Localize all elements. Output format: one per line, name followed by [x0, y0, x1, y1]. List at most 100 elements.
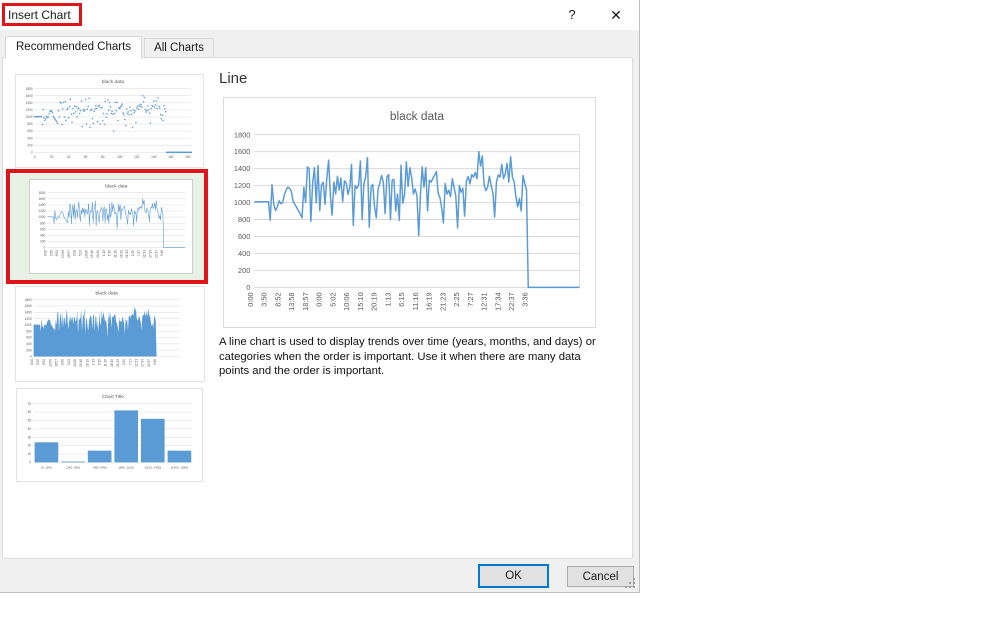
svg-text:1800: 1800: [234, 130, 251, 139]
svg-text:0:00: 0:00: [61, 359, 65, 365]
ok-button[interactable]: OK: [478, 564, 549, 588]
preview-heading: Line: [219, 70, 247, 87]
svg-text:22:37: 22:37: [147, 359, 151, 367]
svg-text:22:37: 22:37: [154, 250, 158, 258]
svg-text:40: 40: [28, 427, 32, 431]
svg-text:Chart Title: Chart Title: [102, 394, 125, 400]
thumbnail-histogram-chart[interactable]: Chart Title010203040506070[0, 280](280, …: [16, 388, 203, 482]
svg-text:(1400, 1680]: (1400, 1680]: [171, 465, 188, 469]
svg-text:180: 180: [185, 155, 191, 159]
svg-text:1800: 1800: [38, 191, 45, 195]
svg-text:17:34: 17:34: [141, 359, 145, 367]
svg-text:16:19: 16:19: [110, 359, 114, 367]
svg-text:140: 140: [151, 155, 157, 159]
svg-text:10:06: 10:06: [342, 292, 351, 311]
svg-text:2:25: 2:25: [131, 250, 135, 256]
svg-text:1000: 1000: [38, 215, 45, 219]
svg-text:black data: black data: [105, 183, 128, 189]
svg-text:1800: 1800: [26, 87, 33, 91]
svg-text:20:19: 20:19: [370, 292, 379, 311]
cancel-button[interactable]: Cancel: [567, 566, 634, 587]
svg-text:1200: 1200: [25, 317, 32, 321]
svg-text:7:27: 7:27: [128, 359, 132, 365]
svg-text:6:15: 6:15: [108, 250, 112, 256]
svg-text:0:00: 0:00: [315, 292, 324, 306]
svg-text:0: 0: [34, 155, 36, 159]
svg-text:0: 0: [30, 355, 32, 359]
resize-grip[interactable]: [625, 578, 636, 589]
thumbnail-area-chart[interactable]: black data020040060080010001200140016001…: [15, 286, 205, 382]
svg-text:0: 0: [246, 283, 250, 292]
svg-text:200: 200: [238, 266, 250, 275]
svg-text:21:23: 21:23: [125, 250, 129, 258]
tab-all-charts[interactable]: All Charts: [144, 38, 214, 58]
svg-text:1000: 1000: [26, 115, 33, 119]
svg-text:800: 800: [238, 215, 250, 224]
svg-text:400: 400: [40, 233, 46, 237]
svg-text:11:16: 11:16: [411, 292, 420, 310]
svg-text:0: 0: [31, 150, 33, 154]
svg-text:1200: 1200: [234, 181, 251, 190]
svg-text:13:58: 13:58: [48, 359, 52, 367]
svg-text:black data: black data: [95, 290, 118, 296]
svg-text:7:27: 7:27: [137, 250, 141, 256]
svg-text:5:02: 5:02: [67, 359, 71, 365]
svg-text:600: 600: [238, 232, 250, 241]
svg-text:(560, 840]: (560, 840]: [93, 465, 107, 469]
svg-text:0:00: 0:00: [73, 250, 77, 256]
svg-text:200: 200: [40, 240, 46, 244]
tab-recommended-charts[interactable]: Recommended Charts: [5, 36, 142, 59]
svg-text:20:19: 20:19: [96, 250, 100, 258]
svg-text:70: 70: [28, 402, 32, 406]
svg-text:1:13: 1:13: [102, 250, 106, 256]
tab-strip: Recommended Charts All Charts: [5, 36, 216, 58]
dialog-content: black data020040060080010001200140016001…: [2, 57, 633, 559]
help-button[interactable]: ?: [557, 0, 587, 30]
svg-text:(840, 1120]: (840, 1120]: [119, 465, 134, 469]
thumbnail-line-chart-selected[interactable]: black data020040060080010001200140016001…: [29, 179, 193, 274]
svg-text:1400: 1400: [38, 203, 45, 207]
svg-text:12:31: 12:31: [143, 250, 147, 258]
svg-text:16:19: 16:19: [119, 250, 123, 258]
svg-text:3:36: 3:36: [160, 250, 164, 256]
svg-text:600: 600: [27, 129, 33, 133]
svg-text:21:23: 21:23: [116, 359, 120, 367]
svg-text:1200: 1200: [38, 209, 45, 213]
svg-text:16:19: 16:19: [425, 292, 434, 311]
svg-text:10: 10: [28, 452, 32, 456]
svg-text:7:27: 7:27: [466, 292, 475, 306]
svg-text:1000: 1000: [25, 323, 32, 327]
svg-text:20: 20: [28, 444, 32, 448]
svg-text:120: 120: [134, 155, 140, 159]
thumbnail-scatter-chart[interactable]: black data020040060080010001200140016001…: [15, 74, 204, 168]
svg-text:0: 0: [44, 246, 46, 250]
svg-text:13:58: 13:58: [287, 292, 296, 311]
svg-text:200: 200: [26, 348, 32, 352]
svg-text:1:13: 1:13: [383, 292, 392, 306]
svg-text:1600: 1600: [26, 94, 33, 98]
svg-text:200: 200: [27, 143, 33, 147]
svg-text:1400: 1400: [234, 164, 251, 173]
svg-text:6:15: 6:15: [397, 292, 406, 306]
svg-text:1400: 1400: [25, 310, 32, 314]
svg-text:18:57: 18:57: [67, 250, 71, 258]
svg-text:15:10: 15:10: [356, 292, 365, 311]
svg-text:0:00: 0:00: [30, 359, 34, 365]
svg-text:0:00: 0:00: [246, 292, 255, 306]
svg-text:0: 0: [29, 461, 31, 465]
svg-text:12:31: 12:31: [480, 292, 489, 311]
desktop-background: Insert Chart ? ✕ Recommended Charts All …: [0, 0, 1008, 630]
svg-text:800: 800: [26, 329, 32, 333]
svg-text:800: 800: [40, 221, 46, 225]
svg-text:8:52: 8:52: [273, 292, 282, 306]
svg-text:0:00: 0:00: [44, 250, 48, 256]
svg-text:600: 600: [26, 336, 32, 340]
svg-text:3:36: 3:36: [153, 359, 157, 365]
dialog-title: Insert Chart: [8, 0, 71, 30]
svg-text:15:10: 15:10: [79, 359, 83, 367]
svg-text:17:34: 17:34: [148, 250, 152, 258]
close-icon[interactable]: ✕: [601, 0, 631, 30]
svg-text:160: 160: [168, 155, 174, 159]
svg-text:black data: black data: [102, 79, 125, 85]
svg-text:20: 20: [50, 155, 54, 159]
